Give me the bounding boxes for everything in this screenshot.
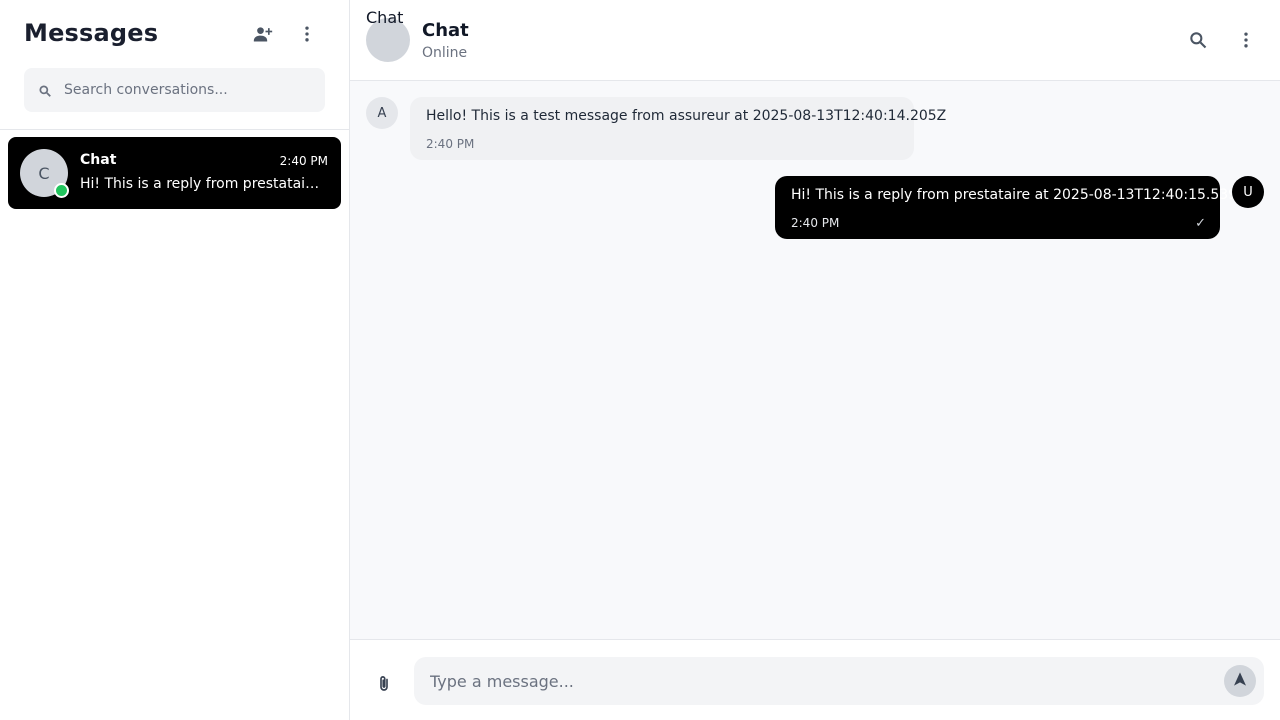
message-composer — [350, 639, 1280, 720]
conversation-sidebar: Messages C Chat 2:40 PM — [0, 0, 350, 720]
chat-more-button[interactable] — [1230, 24, 1262, 56]
sidebar-title: Messages — [24, 19, 159, 47]
check-icon: ✓ — [1195, 216, 1206, 231]
chat-header: Chat Chat Online — [350, 0, 1280, 81]
chat-avatar: Chat — [366, 8, 410, 62]
message-text: Hi! This is a reply from prestataire at … — [791, 187, 1247, 203]
conversation-preview: Hi! This is a reply from prestataire at … — [80, 176, 320, 192]
outgoing-message-bubble: Hi! This is a reply from prestataire at … — [775, 176, 1247, 239]
message-input-wrapper — [414, 657, 1264, 705]
chat-search-button[interactable] — [1182, 24, 1214, 56]
send-icon — [1232, 671, 1248, 691]
search-box — [24, 68, 325, 112]
conversation-item[interactable]: C Chat 2:40 PM Hi! This is a reply from … — [8, 137, 341, 209]
message-input[interactable] — [430, 657, 1210, 705]
search-icon — [38, 83, 52, 102]
attach-button[interactable] — [368, 670, 400, 702]
chat-avatar-alt-text: Chat — [366, 8, 404, 27]
message-text: Hello! This is a test message from assur… — [426, 108, 947, 124]
conversation-name: Chat — [80, 152, 117, 168]
sidebar-divider — [0, 129, 349, 130]
chat-pane: Chat Chat Online A Hello! This is a test… — [350, 0, 1280, 720]
conversation-time: 2:40 PM — [279, 154, 328, 168]
paperclip-icon — [375, 675, 393, 697]
more-vertical-icon — [1236, 30, 1256, 50]
sidebar-more-button[interactable] — [291, 18, 323, 50]
add-contact-button[interactable] — [247, 18, 279, 50]
person-add-icon — [253, 24, 273, 44]
online-status-dot — [54, 183, 69, 198]
send-button[interactable] — [1224, 665, 1256, 697]
chat-status: Online — [422, 45, 468, 61]
avatar: A — [366, 97, 398, 129]
message-time: 2:40 PM — [791, 216, 840, 230]
avatar: U — [1232, 176, 1264, 208]
incoming-message-bubble: Hello! This is a test message from assur… — [410, 97, 947, 160]
search-input[interactable] — [64, 68, 314, 112]
more-vertical-icon — [297, 24, 317, 44]
message-time: 2:40 PM — [426, 137, 475, 151]
search-icon — [1188, 30, 1208, 50]
chat-name: Chat — [422, 20, 469, 41]
